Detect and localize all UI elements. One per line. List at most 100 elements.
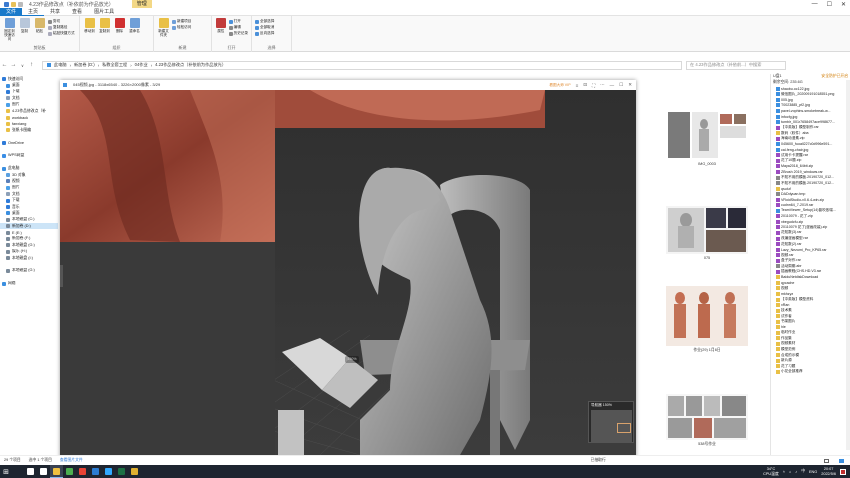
new-item-button[interactable]: 新建项目 — [172, 19, 191, 24]
thumbnail-caption: 075 — [703, 256, 711, 260]
ribbon-group-new: 新建文件夹 新建项目 轻松访问 新建 — [154, 16, 212, 52]
shortcut-icon — [48, 31, 52, 36]
invert-selection-button[interactable]: 反向选择 — [255, 31, 274, 36]
file-name: infocfg.jpg — [781, 114, 798, 119]
tab-picture-tools[interactable]: 图片工具 — [88, 8, 120, 16]
close-icon[interactable]: ✕ — [841, 1, 846, 8]
breadcrumb-item[interactable]: 新加卷 (D:) — [74, 62, 95, 68]
paste-shortcut-button[interactable]: 粘贴快捷方式 — [48, 31, 75, 36]
search-icon[interactable] — [24, 465, 37, 478]
easy-access-button[interactable]: 轻松访问 — [172, 25, 191, 30]
browser-icon[interactable] — [63, 465, 76, 478]
security-status-link[interactable]: 安全防护已开启 — [821, 74, 848, 80]
maximize-icon[interactable]: ☐ — [827, 1, 832, 8]
chrome-icon[interactable] — [76, 465, 89, 478]
file-name: 花了习题 — [781, 363, 796, 368]
file-explorer-icon[interactable] — [50, 465, 63, 478]
tab-view[interactable]: 查看 — [66, 8, 88, 16]
sidebar-item-label: 本地磁盘 (G:) — [12, 268, 35, 273]
folder-icon — [6, 121, 10, 126]
input-icon[interactable]: 中 — [801, 469, 805, 474]
edit-button[interactable]: 编辑 — [228, 25, 248, 30]
breadcrumb-item[interactable]: 04作业 — [135, 62, 148, 68]
tab-share[interactable]: 共享 — [44, 8, 66, 16]
taskbar-app-glyph — [40, 468, 47, 475]
floor-book — [278, 410, 304, 455]
vip-badge[interactable]: 看图大师 VIP — [549, 83, 570, 88]
photoshop-icon[interactable] — [102, 465, 115, 478]
taskbar-app-glyph — [92, 468, 99, 475]
manage-context-tab[interactable]: 管理 — [131, 0, 152, 8]
address-bar[interactable]: 此电脑 › 新加卷 (D:) › 私教全套工程 › 04作业 › 4.23作品修改点（补… — [42, 60, 682, 70]
tab-home[interactable]: 主页 — [22, 8, 45, 16]
viewer-prev-handle[interactable] — [60, 265, 63, 287]
file-name: 【中英版】模型资料 — [781, 297, 814, 302]
minimize-icon[interactable]: — — [812, 1, 818, 7]
clock[interactable]: 20:07 2022/5/6 — [821, 467, 836, 476]
folder-icon[interactable] — [11, 1, 16, 7]
tab-file[interactable]: 文件 — [0, 7, 23, 16]
viewer-image-canvas[interactable] — [60, 90, 636, 455]
chevron-down-icon[interactable] — [18, 1, 23, 7]
ribbon-group-label: 组织 — [112, 45, 121, 50]
thumbnail-item[interactable]: IMG_0003 — [666, 110, 748, 170]
large-icons-view-icon[interactable] — [839, 458, 844, 463]
file-name: 合成的示模 — [781, 352, 799, 357]
viewer-titlebar: 045视频.jpg - 3118x6540 - 3226×2000像素 - 3/… — [60, 80, 636, 90]
folder-icon — [776, 280, 780, 285]
image-viewer-window[interactable]: 045视频.jpg - 3118x6540 - 3226×2000像素 - 3/… — [60, 80, 636, 464]
navigator-panel[interactable]: 导航器 150% — [588, 401, 634, 443]
history-button[interactable]: 历史记录 — [228, 31, 248, 36]
task-view-icon[interactable] — [37, 465, 50, 478]
volume-icon[interactable]: ♪ — [795, 470, 797, 474]
cut-button[interactable]: 剪切 — [48, 19, 75, 24]
sidebar-item-label: 视频 — [12, 178, 20, 183]
thumbnail-item[interactable]: 538号作业 — [666, 394, 748, 450]
sidebar-item-label: 新加卷 (D:) — [12, 223, 31, 228]
minimize-icon[interactable]: — — [610, 83, 615, 88]
pin-icon[interactable]: ⊡ — [583, 82, 587, 88]
back-arrow-icon[interactable]: ← — [0, 62, 9, 68]
mail-icon[interactable] — [89, 465, 102, 478]
breadcrumb-item[interactable]: 4.23作品修改点（补依前为作品放光） — [155, 62, 226, 68]
details-view-icon[interactable] — [824, 458, 829, 463]
close-icon[interactable]: ✕ — [628, 82, 632, 88]
notification-icon[interactable] — [840, 468, 846, 475]
archive-file-icon — [776, 253, 780, 258]
up-arrow-icon[interactable]: ↑ — [27, 62, 36, 68]
file-list-item[interactable]: 小花全部推荐 — [771, 369, 850, 375]
language-indicator[interactable]: ENG — [809, 470, 817, 474]
navigator-viewport-rect[interactable] — [617, 423, 631, 433]
chevron-down-icon[interactable]: ∨ — [18, 63, 27, 68]
maximize-icon[interactable]: ☐ — [619, 82, 623, 88]
copy-path-button[interactable]: 复制路径 — [48, 25, 75, 30]
view-pictures-label[interactable]: 查看图片文件 — [60, 458, 83, 463]
sidebar-item[interactable]: 网络 — [0, 281, 58, 287]
forward-arrow-icon[interactable]: → — [9, 62, 18, 68]
new-item-icon — [172, 19, 176, 24]
thumbnail-item[interactable]: 075 — [666, 206, 748, 262]
more-icon[interactable]: ⋯ — [600, 82, 605, 88]
chevron-up-icon[interactable]: ˄ — [783, 470, 785, 474]
excel-icon[interactable] — [115, 465, 128, 478]
scrollbar[interactable] — [846, 80, 850, 450]
search-input[interactable]: 在 4.23作品修改点（补依前...）中搜索 — [686, 60, 786, 70]
fullscreen-icon[interactable]: ⛶ — [592, 83, 595, 88]
breadcrumb-item[interactable]: 此电脑 — [54, 62, 67, 68]
file-name: 试用卡卡提醒.rar — [781, 152, 808, 157]
open-button[interactable]: 打开 — [228, 19, 248, 24]
archive-file-icon — [776, 230, 780, 235]
archive-file-icon — [776, 158, 780, 163]
save-icon[interactable] — [4, 1, 9, 7]
windows-start-icon[interactable]: ⊞ — [0, 465, 12, 478]
thumbnail-item[interactable]: 作业(29) 1月6日 — [666, 286, 748, 356]
sidebar-item-label: workback — [12, 115, 29, 120]
network-icon[interactable]: ⌂ — [789, 470, 791, 474]
thumbnail-image — [666, 286, 748, 346]
menu-icon[interactable]: ≡ — [576, 83, 579, 88]
breadcrumb-item[interactable]: 私教全套工程 — [102, 62, 127, 68]
select-none-button[interactable]: 全部取消 — [255, 25, 274, 30]
download-icon — [6, 89, 10, 94]
viewer-icon[interactable] — [128, 465, 141, 478]
select-all-button[interactable]: 全部选择 — [255, 19, 274, 24]
